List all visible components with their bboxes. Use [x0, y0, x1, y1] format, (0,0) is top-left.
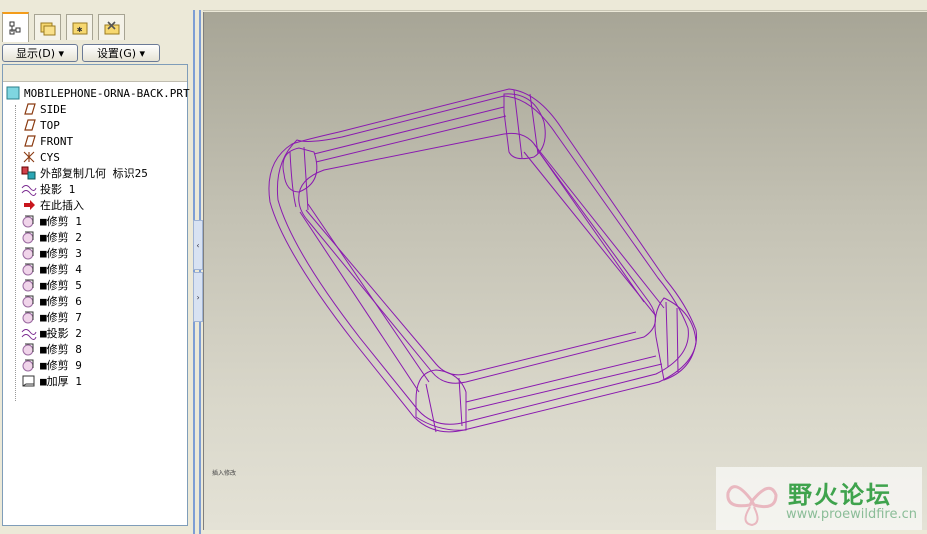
- tree-item-label: TOP: [40, 118, 60, 132]
- collapse-left-handle[interactable]: ‹: [193, 220, 203, 270]
- bottom-strip: [203, 530, 927, 534]
- settings-menu-button[interactable]: 设置(G) ▾: [82, 44, 160, 62]
- part-icon: [5, 86, 21, 100]
- tools-tab[interactable]: [98, 14, 125, 40]
- tree-item-label: 在此插入: [40, 199, 84, 212]
- tree-item[interactable]: 在此插入: [21, 197, 84, 213]
- tree-item-label: FRONT: [40, 134, 74, 148]
- tree-item[interactable]: 投影 1: [21, 181, 75, 197]
- tree-toolbar: 显示(D) ▾ 设置(G) ▾: [2, 44, 190, 62]
- expand-right-handle[interactable]: ›: [193, 272, 203, 322]
- folder-browser-icon: [40, 22, 55, 35]
- tree-item-label: ■修剪 5: [40, 279, 82, 292]
- tree-item[interactable]: ■修剪 2: [21, 229, 82, 245]
- navigator-tabs: ✱: [0, 12, 190, 42]
- tree-item[interactable]: ■修剪 4: [21, 261, 82, 277]
- coordinate-system-icon: [21, 150, 37, 164]
- phone-back-wireframe-model: [268, 88, 698, 433]
- tree-item-label: ■修剪 6: [40, 295, 82, 308]
- datum-plane-icon: [21, 118, 37, 132]
- projection-icon: [21, 326, 37, 340]
- tree-item[interactable]: ■修剪 5: [21, 277, 82, 293]
- trim-icon: [21, 310, 37, 324]
- projection-icon: [21, 182, 37, 196]
- favorites-folder-icon: ✱: [72, 22, 87, 35]
- tree-item[interactable]: 外部复制几何 标识25: [21, 165, 148, 181]
- tree-item[interactable]: TOP: [21, 117, 60, 133]
- tree-item[interactable]: CYS: [21, 149, 60, 165]
- tree-item[interactable]: ■修剪 1: [21, 213, 82, 229]
- tree-item[interactable]: FRONT: [21, 133, 73, 149]
- tree-column-header: [3, 65, 187, 82]
- tree-item-label: ■加厚 1: [40, 375, 82, 388]
- tree-item-label: ■修剪 1: [40, 215, 82, 228]
- butterfly-logo-icon: [726, 485, 778, 527]
- trim-icon: [21, 342, 37, 356]
- trim-icon: [21, 214, 37, 228]
- tree-item-label: SIDE: [40, 102, 67, 116]
- tree-item-label: ■修剪 2: [40, 231, 82, 244]
- tree-item[interactable]: ■修剪 8: [21, 341, 82, 357]
- tree-item[interactable]: ■加厚 1: [21, 373, 82, 389]
- watermark: 野火论坛 www.proewildfire.cn: [716, 467, 922, 530]
- tree-item-label: 投影 1: [40, 183, 76, 196]
- insert-here-arrow-icon: [21, 198, 37, 212]
- tree-item[interactable]: SIDE: [21, 101, 67, 117]
- watermark-url: www.proewildfire.cn: [786, 507, 917, 522]
- datum-plane-icon: [21, 134, 37, 148]
- trim-icon: [21, 294, 37, 308]
- tree-item[interactable]: ■修剪 6: [21, 293, 82, 309]
- tree-connector-line: [15, 105, 16, 401]
- tree-item-label: ■修剪 8: [40, 343, 82, 356]
- graphics-viewport[interactable]: 插入修改 野火论坛 www.proewildfire.cn: [203, 12, 927, 530]
- trim-icon: [21, 230, 37, 244]
- tree-item-label: ■投影 2: [40, 327, 82, 340]
- external-copy-geometry-icon: [21, 166, 37, 180]
- tree-item[interactable]: ■投影 2: [21, 325, 82, 341]
- svg-text:✱: ✱: [77, 25, 83, 35]
- viewport-status-label: 插入修改: [212, 470, 237, 477]
- tree-item[interactable]: ■修剪 7: [21, 309, 82, 325]
- tree-item-label: ■修剪 9: [40, 359, 82, 372]
- tree-root-label: MOBILEPHONE-ORNA-BACK.PRT: [24, 86, 190, 100]
- trim-icon: [21, 246, 37, 260]
- tree-item[interactable]: ■修剪 3: [21, 245, 82, 261]
- trim-icon: [21, 262, 37, 276]
- model-tree: MOBILEPHONE-ORNA-BACK.PRT SIDE TOP FRONT CY…: [2, 64, 190, 526]
- navigator-panel: ✱ 显示(D) ▾ 设置(G) ▾ MOBILEPHONE-ORNA-BACK.…: [0, 10, 193, 534]
- tree-item-label: ■修剪 7: [40, 311, 82, 324]
- model-tree-icon: [9, 21, 20, 35]
- tree-item-label: CYS: [40, 150, 60, 164]
- tools-folder-icon: [104, 20, 119, 34]
- layer-tab[interactable]: [34, 14, 61, 40]
- watermark-title: 野火论坛: [788, 481, 892, 509]
- tree-item[interactable]: ■修剪 9: [21, 357, 82, 373]
- model-tree-tab[interactable]: [2, 12, 29, 42]
- trim-icon: [21, 278, 37, 292]
- tree-item-label: ■修剪 3: [40, 247, 82, 260]
- tree-item-label: 外部复制几何 标识25: [40, 167, 148, 180]
- trim-icon: [21, 358, 37, 372]
- favorites-tab[interactable]: ✱: [66, 14, 93, 40]
- thicken-icon: [21, 374, 37, 388]
- tree-root-item[interactable]: MOBILEPHONE-ORNA-BACK.PRT: [5, 85, 190, 101]
- show-menu-button[interactable]: 显示(D) ▾: [2, 44, 78, 62]
- panel-splitter[interactable]: ‹ ›: [193, 10, 203, 534]
- tree-item-label: ■修剪 4: [40, 263, 82, 276]
- datum-plane-icon: [21, 102, 37, 116]
